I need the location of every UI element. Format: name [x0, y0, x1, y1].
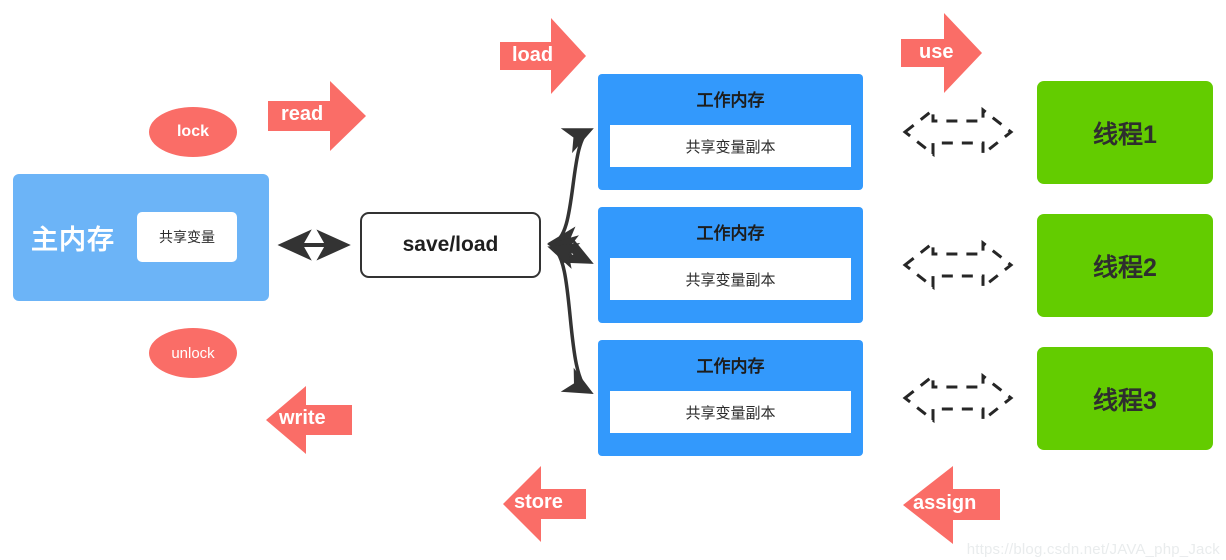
- dashed-double-arrow-2: [902, 239, 1014, 291]
- shared-variable-copy-box: 共享变量副本: [610, 391, 851, 433]
- working-memory-title: 工作内存: [696, 91, 765, 110]
- working-memory-block-1: 工作内存 共享变量副本: [598, 74, 863, 190]
- thread-block-1: 线程1: [1037, 81, 1213, 184]
- store-arrow-label: store: [514, 491, 563, 513]
- working-memory-title: 工作内存: [696, 357, 765, 376]
- shared-variable-copy-box: 共享变量副本: [610, 125, 851, 167]
- use-arrow-label: use: [919, 41, 954, 63]
- unlock-pill: unlock: [149, 328, 237, 378]
- load-arrow-label: load: [512, 44, 554, 66]
- shared-variable-box: 共享变量: [137, 212, 237, 262]
- save-load-box: save/load: [360, 212, 541, 278]
- assign-arrow-label: assign: [913, 492, 977, 514]
- saveload-working-memory-connector-3: [547, 243, 594, 395]
- thread-block-2: 线程2: [1037, 214, 1213, 317]
- working-memory-block-2: 工作内存 共享变量副本: [598, 207, 863, 323]
- saveload-working-memory-connector-2: [547, 235, 594, 264]
- saveload-working-memory-connector-1: [547, 128, 594, 254]
- jmm-diagram-canvas: 主内存 共享变量 lock unlock save/load 工作内存 共享变量…: [0, 0, 1226, 560]
- thread-block-3: 线程3: [1037, 347, 1213, 450]
- working-memory-block-3: 工作内存 共享变量副本: [598, 340, 863, 456]
- main-memory-label: 主内存: [31, 225, 115, 255]
- lock-pill: lock: [149, 107, 237, 157]
- working-memory-title: 工作内存: [696, 224, 765, 243]
- dashed-double-arrow-1: [902, 106, 1014, 158]
- shared-variable-copy-box: 共享变量副本: [610, 258, 851, 300]
- read-arrow-label: read: [281, 103, 324, 125]
- write-arrow-label: write: [279, 407, 326, 429]
- watermark-text: https://blog.csdn.net/JAVA_php_Jack: [966, 541, 1220, 558]
- dashed-double-arrow-3: [902, 372, 1014, 424]
